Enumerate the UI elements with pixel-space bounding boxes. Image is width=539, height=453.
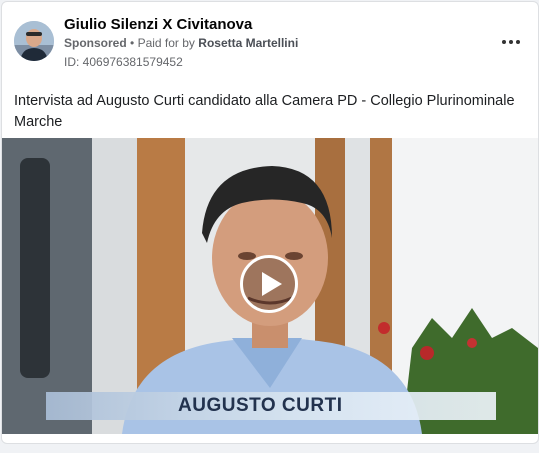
- sponsor-line: Sponsored • Paid for by Rosetta Martelli…: [64, 36, 298, 50]
- lower-third-name: AUGUSTO CURTI: [178, 395, 343, 416]
- play-icon: [261, 272, 282, 296]
- post-text: Intervista ad Augusto Curti candidato al…: [14, 93, 515, 130]
- payer-name: Rosetta Martellini: [198, 36, 299, 50]
- play-button[interactable]: [240, 255, 298, 313]
- ad-id: ID: 406976381579452: [64, 55, 183, 69]
- page-avatar[interactable]: [14, 21, 54, 61]
- more-options-button[interactable]: [498, 32, 524, 52]
- meta-separator: •: [130, 36, 135, 50]
- video-player[interactable]: AUGUSTO CURTI: [2, 138, 538, 434]
- lower-third-caption: AUGUSTO CURTI: [46, 392, 496, 420]
- avatar-image: [14, 21, 54, 61]
- more-horizontal-icon: [502, 40, 506, 44]
- ad-post-card: Giulio Silenzi X Civitanova Sponsored • …: [1, 1, 539, 444]
- sponsored-label: Sponsored: [64, 36, 127, 50]
- page-name-link[interactable]: Giulio Silenzi X Civitanova: [64, 16, 252, 33]
- paid-for-prefix: Paid for by: [137, 36, 195, 50]
- more-horizontal-icon: [516, 40, 520, 44]
- more-horizontal-icon: [509, 40, 513, 44]
- post-header: Giulio Silenzi X Civitanova Sponsored • …: [2, 2, 538, 82]
